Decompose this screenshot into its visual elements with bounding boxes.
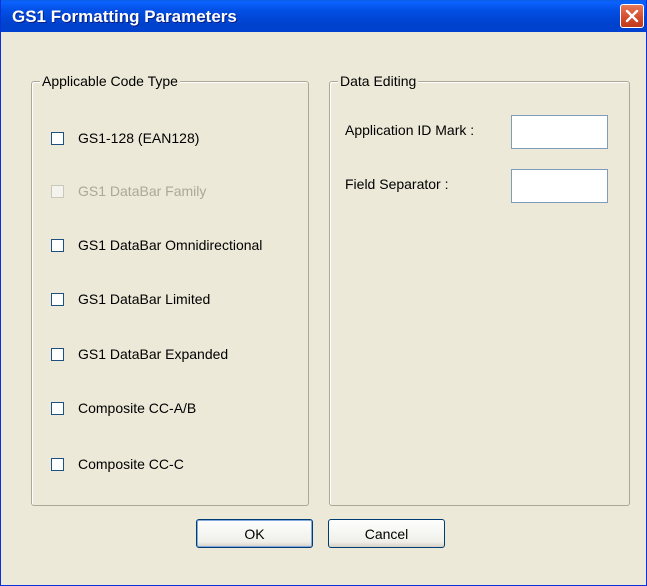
checkbox-box — [51, 184, 64, 198]
checkbox-gs1-128[interactable]: GS1-128 (EAN128) — [51, 129, 199, 147]
close-button[interactable] — [620, 4, 644, 28]
title-bar[interactable]: GS1 Formatting Parameters — [1, 0, 646, 32]
checkbox-label: GS1 DataBar Omnidirectional — [78, 237, 263, 253]
cancel-button[interactable]: Cancel — [328, 519, 445, 548]
application-id-mark-input[interactable] — [511, 115, 608, 149]
checkbox-box[interactable] — [51, 401, 64, 415]
data-editing-legend: Data Editing — [338, 73, 419, 89]
checkbox-label: GS1 DataBar Expanded — [78, 346, 229, 362]
checkbox-composite-cc-c[interactable]: Composite CC-C — [51, 455, 184, 473]
ok-button[interactable]: OK — [196, 519, 313, 548]
checkbox-box[interactable] — [51, 457, 64, 471]
checkbox-label: Composite CC-A/B — [78, 400, 197, 416]
field-separator-input[interactable] — [511, 169, 608, 203]
checkbox-label: GS1 DataBar Family — [78, 183, 207, 199]
window-title: GS1 Formatting Parameters — [12, 7, 237, 26]
checkbox-gs1-databar-expanded[interactable]: GS1 DataBar Expanded — [51, 345, 228, 363]
checkbox-box[interactable] — [51, 347, 64, 361]
dialog-window: GS1 Formatting Parameters Applicable Cod… — [0, 0, 647, 586]
field-separator-label: Field Separator : — [345, 176, 449, 192]
close-icon — [625, 9, 639, 23]
checkbox-gs1-databar-limited[interactable]: GS1 DataBar Limited — [51, 290, 210, 308]
checkbox-composite-cc-ab[interactable]: Composite CC-A/B — [51, 399, 196, 417]
checkbox-gs1-databar-omnidirectional[interactable]: GS1 DataBar Omnidirectional — [51, 236, 262, 254]
checkbox-label: Composite CC-C — [78, 456, 184, 472]
checkbox-gs1-databar-family: GS1 DataBar Family — [51, 182, 206, 200]
checkbox-label: GS1 DataBar Limited — [78, 291, 211, 307]
code-type-legend: Applicable Code Type — [40, 73, 180, 89]
checkbox-box[interactable] — [51, 292, 64, 306]
application-id-mark-label: Application ID Mark : — [345, 122, 475, 138]
checkbox-box[interactable] — [51, 238, 64, 252]
checkbox-label: GS1-128 (EAN128) — [78, 130, 200, 146]
checkbox-box[interactable] — [51, 131, 64, 145]
